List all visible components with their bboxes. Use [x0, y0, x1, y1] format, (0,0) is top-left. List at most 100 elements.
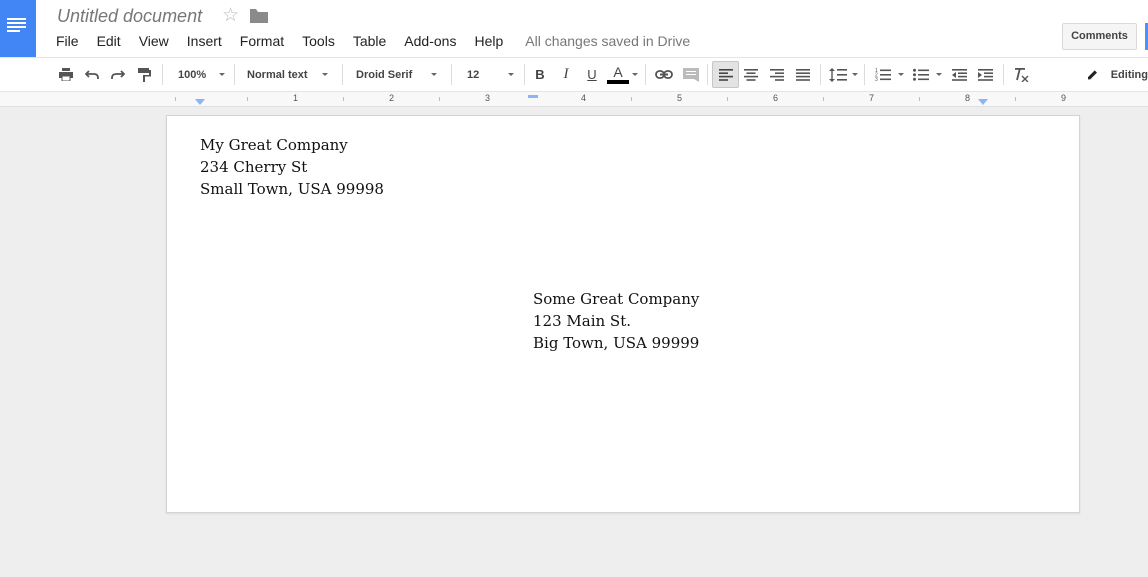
link-icon[interactable] [653, 58, 675, 91]
ruler: 1 2 3 4 5 6 7 8 9 [0, 92, 1148, 107]
text-color-icon: A [613, 64, 623, 80]
ruler-number: 1 [293, 93, 299, 103]
align-right-icon[interactable] [767, 58, 787, 91]
underline-icon: U [587, 67, 597, 82]
bold-icon: B [535, 67, 545, 82]
recipient-address[interactable]: Some Great Company 123 Main St. Big Town… [533, 288, 699, 354]
menu-tools[interactable]: Tools [293, 32, 344, 50]
address-line: 234 Cherry St [200, 158, 308, 176]
ruler-number: 5 [677, 93, 683, 103]
left-indent-marker[interactable] [195, 99, 205, 105]
ruler-number: 9 [1061, 93, 1067, 103]
italic-button[interactable]: I [556, 58, 576, 91]
paragraph-style-value: Normal text [247, 68, 308, 81]
ruler-tick [343, 97, 344, 101]
paint-format-icon[interactable] [134, 58, 154, 91]
menu-help[interactable]: Help [465, 32, 512, 50]
toolbar-divider [645, 64, 646, 85]
address-line: Big Town, USA 99999 [533, 334, 700, 352]
clear-formatting-icon[interactable] [1010, 58, 1032, 91]
bold-button[interactable]: B [530, 58, 550, 91]
zoom-dropdown[interactable]: 100% [170, 58, 228, 91]
menu-table[interactable]: Table [344, 32, 395, 50]
address-line: My Great Company [200, 136, 348, 154]
chevron-down-icon[interactable] [852, 73, 858, 76]
menu-insert[interactable]: Insert [178, 32, 231, 50]
font-dropdown[interactable]: Droid Serif [349, 58, 444, 91]
print-icon[interactable] [56, 58, 76, 91]
sender-address[interactable]: My Great Company 234 Cherry St Small Tow… [200, 134, 384, 200]
toolbar-divider [864, 64, 865, 85]
align-justify-icon[interactable] [793, 58, 813, 91]
ruler-number: 2 [389, 93, 395, 103]
menu-file[interactable]: File [47, 32, 88, 50]
font-size-value: 12 [467, 68, 480, 81]
star-icon[interactable]: ☆ [222, 4, 239, 27]
comment-icon[interactable] [680, 58, 702, 91]
docs-logo-icon[interactable] [0, 0, 36, 57]
font-name-value: Droid Serif [356, 68, 413, 81]
right-indent-marker[interactable] [978, 99, 988, 105]
ruler-tick [823, 97, 824, 101]
underline-button[interactable]: U [582, 58, 602, 91]
align-left-button[interactable] [712, 61, 739, 88]
numbered-list-icon[interactable]: 123 [872, 58, 894, 91]
menu-edit[interactable]: Edit [88, 32, 130, 50]
toolbar-divider [1003, 64, 1004, 85]
chevron-down-icon [431, 73, 437, 76]
toolbar-divider [707, 64, 708, 85]
ruler-tick [919, 97, 920, 101]
header: Untitled document ☆ File Edit View Inser… [0, 0, 1148, 57]
toolbar-divider [451, 64, 452, 85]
ruler-tick [1015, 97, 1016, 101]
save-status[interactable]: All changes saved in Drive [525, 33, 690, 49]
address-line: Small Town, USA 99998 [200, 180, 384, 198]
address-line: Some Great Company [533, 290, 700, 308]
chevron-down-icon[interactable] [632, 73, 638, 76]
undo-icon[interactable] [82, 58, 102, 91]
menu-addons[interactable]: Add-ons [395, 32, 465, 50]
document-page[interactable]: My Great Company 234 Cherry St Small Tow… [166, 115, 1080, 513]
menu-view[interactable]: View [130, 32, 178, 50]
font-size-dropdown[interactable]: 12 [458, 58, 518, 91]
line-spacing-icon[interactable] [826, 58, 850, 91]
redo-icon[interactable] [108, 58, 128, 91]
align-center-icon[interactable] [741, 58, 761, 91]
menu-bar: File Edit View Insert Format Tools Table… [47, 32, 690, 50]
ruler-number: 6 [773, 93, 779, 103]
ruler-tick [727, 97, 728, 101]
ruler-tick [247, 97, 248, 101]
document-title[interactable]: Untitled document [57, 6, 202, 27]
chevron-down-icon [219, 73, 225, 76]
toolbar-divider [234, 64, 235, 85]
align-left-icon [718, 68, 733, 81]
decrease-indent-icon[interactable] [948, 58, 970, 91]
comments-button[interactable]: Comments [1062, 23, 1137, 50]
address-line: 123 Main St. [533, 312, 631, 330]
toolbar-divider [524, 64, 525, 85]
first-line-indent-marker[interactable] [528, 95, 538, 98]
paragraph-style-dropdown[interactable]: Normal text [240, 58, 335, 91]
text-color-swatch [607, 80, 629, 84]
toolbar-divider [162, 64, 163, 85]
menu-format[interactable]: Format [231, 32, 293, 50]
chevron-down-icon [322, 73, 328, 76]
increase-indent-icon[interactable] [974, 58, 996, 91]
zoom-value: 100% [178, 68, 207, 81]
folder-icon[interactable] [250, 8, 268, 23]
toolbar: 100% Normal text Droid Serif 12 B I U A [0, 57, 1148, 92]
ruler-number: 8 [965, 93, 971, 103]
ruler-number: 3 [485, 93, 491, 103]
chevron-down-icon[interactable] [936, 73, 942, 76]
ruler-number: 7 [869, 93, 875, 103]
chevron-down-icon [508, 73, 514, 76]
chevron-down-icon[interactable] [898, 73, 904, 76]
italic-icon: I [563, 66, 569, 82]
text-color-button[interactable]: A [605, 58, 631, 91]
editing-mode-button[interactable]: Editing [1088, 58, 1148, 91]
svg-text:3: 3 [875, 77, 878, 81]
ruler-tick [175, 97, 176, 101]
ruler-number: 4 [581, 93, 587, 103]
bulleted-list-icon[interactable] [910, 58, 932, 91]
editing-mode-label: Editing [1110, 68, 1148, 81]
